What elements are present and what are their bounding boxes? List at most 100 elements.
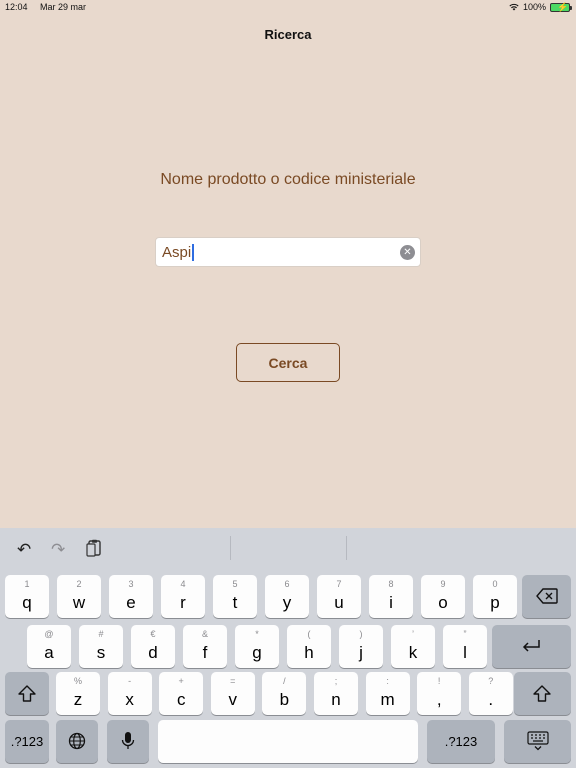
globe-key[interactable] — [56, 720, 98, 763]
key-t[interactable]: 5t — [213, 575, 257, 618]
key-k[interactable]: ’ k — [391, 625, 435, 668]
space-key[interactable] — [158, 720, 418, 763]
key-secondary-label: 3 — [128, 579, 134, 589]
numbers-key-label: .?123 — [10, 734, 44, 749]
undo-icon[interactable]: ↶ — [17, 540, 31, 560]
key-c[interactable]: + c — [159, 672, 204, 715]
key-x[interactable]: -x — [107, 672, 152, 715]
numbers-key-right[interactable]: .?123 — [427, 720, 495, 763]
key-secondary-label: ; — [334, 676, 338, 686]
key-primary-label: b — [279, 690, 290, 709]
battery-icon: ⚡ — [550, 2, 572, 12]
key-f[interactable]: & f — [183, 625, 227, 668]
status-bar: 12:04 Mar 29 mar 100% ⚡ — [0, 0, 576, 14]
key-h[interactable]: (h — [287, 625, 331, 668]
key-secondary-label: 9 — [440, 579, 446, 589]
key-primary-label: j — [359, 643, 363, 662]
status-date: Mar 29 mar — [40, 2, 87, 12]
key-primary-label: . — [488, 690, 494, 709]
key-g[interactable]: * g — [235, 625, 279, 668]
key-secondary-label: : — [386, 676, 389, 686]
key-z[interactable]: % z — [56, 672, 100, 715]
text-caret — [192, 243, 195, 261]
key-i[interactable]: 8i — [369, 575, 413, 618]
key-primary-label: y — [282, 593, 292, 612]
key-primary-label: n — [331, 690, 341, 709]
key-b[interactable]: / b — [262, 672, 307, 715]
backspace-key[interactable] — [522, 575, 571, 618]
key-secondary-label: € — [150, 629, 156, 639]
hide-keyboard-key[interactable] — [504, 720, 571, 763]
key-primary-label: s — [96, 643, 106, 662]
key-secondary-label: = — [230, 676, 236, 686]
key-primary-label: z — [73, 690, 83, 709]
search-input[interactable]: Aspi ✕ — [155, 237, 421, 267]
key-a[interactable]: @ a — [27, 625, 71, 668]
return-key[interactable] — [492, 625, 571, 668]
search-prompt-label: Nome prodotto o codice ministeriale — [160, 171, 416, 188]
key-y[interactable]: 6y — [265, 575, 309, 618]
toolbar-divider — [230, 536, 231, 560]
key-primary-label: u — [334, 593, 344, 612]
shift-key-right[interactable] — [514, 672, 571, 715]
key-n[interactable]: ; n — [314, 672, 358, 715]
key-secondary-label: ? — [488, 676, 494, 686]
key-primary-label: v — [228, 690, 238, 709]
key-primary-label: e — [126, 593, 136, 612]
clear-icon[interactable]: ✕ — [400, 245, 415, 260]
key-secondary-label: ” — [463, 629, 467, 639]
key-secondary-label: # — [98, 629, 104, 639]
key-,[interactable]: !, — [417, 672, 462, 715]
paste-icon[interactable] — [86, 539, 102, 557]
key-u[interactable]: 7u — [317, 575, 361, 618]
key-primary-label: f — [202, 643, 208, 662]
search-button[interactable]: Cerca — [236, 343, 340, 382]
key-secondary-label: + — [178, 676, 184, 686]
key-j[interactable]: ) j — [339, 625, 383, 668]
redo-icon[interactable]: ↷ — [51, 540, 65, 560]
numbers-key-label: .?123 — [444, 734, 478, 749]
key-d[interactable]: € d — [131, 625, 175, 668]
key-m[interactable]: :m — [365, 672, 410, 715]
shift-icon — [533, 685, 551, 702]
key-secondary-label: - — [128, 676, 132, 686]
key-primary-label: i — [389, 593, 393, 612]
key-secondary-label: 4 — [180, 579, 186, 589]
battery-percent: 100% — [522, 2, 546, 12]
key-primary-label: x — [125, 690, 134, 709]
wifi-icon — [509, 3, 519, 11]
key-secondary-label: 8 — [388, 579, 394, 589]
keyboard: ↶ ↷ 1 q 2 w 3 e 4 r 5 t 6 y 7 u 8 i 9 o 0 p @ a # s € d & f * g(h) j’ k… — [0, 528, 576, 768]
key-secondary-label: / — [283, 676, 286, 686]
key-secondary-label: % — [73, 676, 82, 686]
dictation-key[interactable] — [107, 720, 149, 763]
key-primary-label: k — [408, 643, 418, 662]
key-secondary-label: 6 — [284, 579, 290, 589]
key-e[interactable]: 3e — [109, 575, 153, 618]
key-primary-label: q — [22, 593, 32, 612]
globe-icon — [68, 732, 86, 750]
key-s[interactable]: # s — [79, 625, 123, 668]
key-primary-label: t — [232, 593, 238, 612]
key-primary-label: o — [438, 593, 448, 612]
keyboard-dismiss-icon — [527, 731, 549, 751]
key-p[interactable]: 0p — [473, 575, 517, 618]
shift-key-left[interactable] — [5, 672, 49, 715]
key-secondary-label: 1 — [24, 579, 30, 589]
key-primary-label: m — [380, 690, 395, 709]
key-r[interactable]: 4r — [161, 575, 205, 618]
key-v[interactable]: = v — [210, 672, 255, 715]
key-l[interactable]: ” l — [443, 625, 487, 668]
numbers-key-left[interactable]: .?123 — [5, 720, 49, 763]
keyboard-toolbar: ↶ ↷ — [0, 528, 576, 568]
key-secondary-label: * — [255, 629, 259, 639]
key-w[interactable]: 2w — [57, 575, 101, 618]
key-secondary-label: ! — [437, 676, 441, 686]
key-primary-label: p — [490, 593, 500, 612]
page-title: Ricerca — [264, 27, 312, 42]
key-o[interactable]: 9o — [421, 575, 465, 618]
key-.[interactable]: ?. — [468, 672, 513, 715]
key-secondary-label: 5 — [232, 579, 238, 589]
return-icon — [522, 640, 540, 652]
key-q[interactable]: 1q — [5, 575, 49, 618]
